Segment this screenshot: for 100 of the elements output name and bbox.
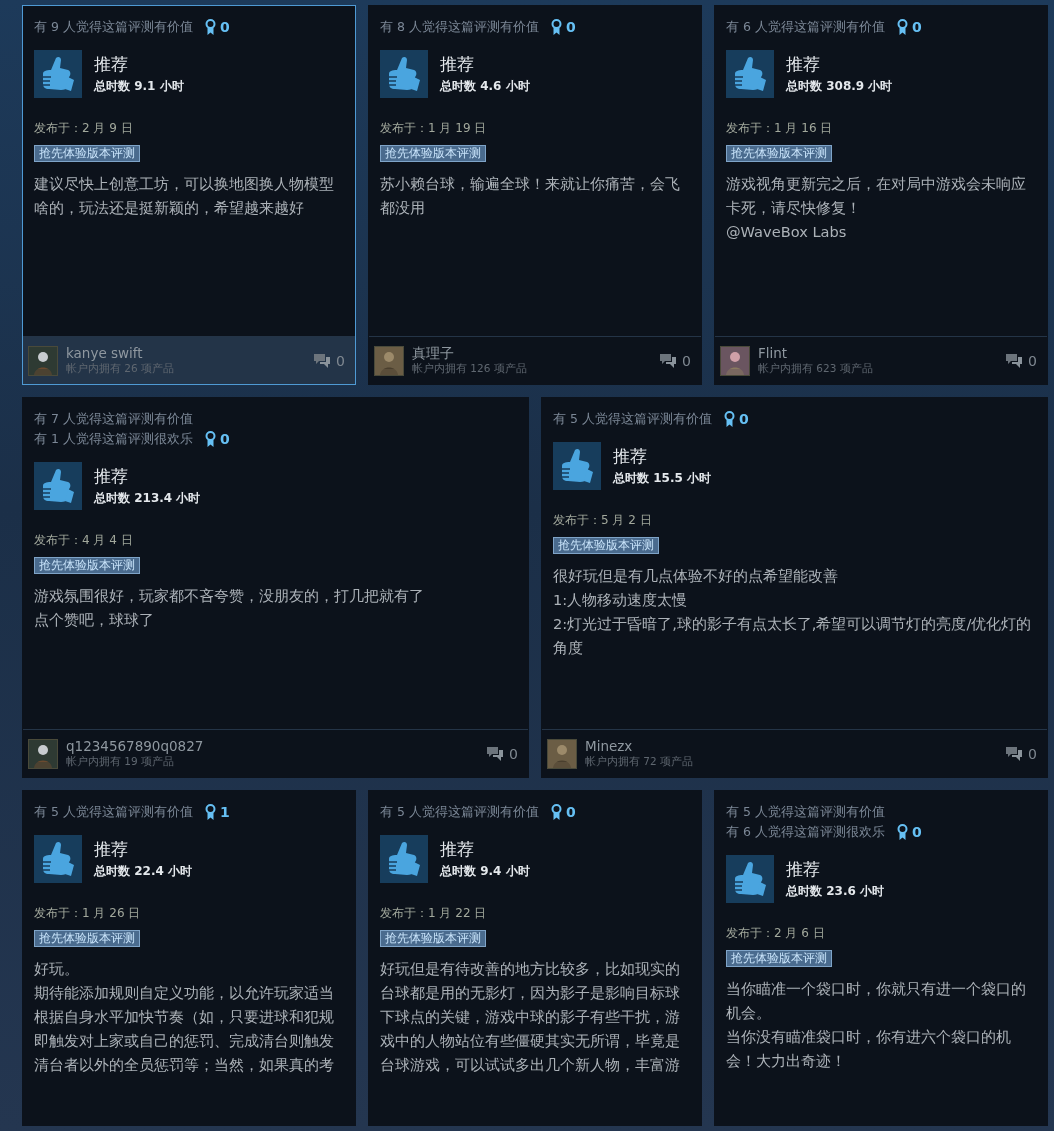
review-text: @WaveBox Labs [726,222,848,242]
thumbs-up-icon [34,462,82,510]
playtime: 总时数 4.6 小时 [440,78,530,95]
verdict: 推荐 [94,465,129,487]
review-card[interactable]: 有 5 人觉得这篇评测有价值 0 推荐 总时数 15.5 小时 发布于：5 月 2 日 抢先体验版本评测 很好玩但是有几点体验不好的点希望能改善 1:人物移动速度太慢 2:灯光过于昏暗了,球的影子有点太长了,希望可以调节灯的亮度/优化灯的角度 Minezx 帐户内拥有 72 项产品 0 [541,397,1048,778]
helpful-count: 有 5 人觉得这篇评测有价值 [34,803,193,821]
review-text: 很好玩但是有几点体验不好的点希望能改善 [553,566,839,586]
review-card[interactable]: 有 5 人觉得这篇评测有价值 有 6 人觉得这篇评测很欢乐 0 推荐 总时数 23.6 小时 发布于：2 月 6 日 抢先体验版本评测 当你瞄准一个袋口时，你就只有进一个袋口的机会。 当你没有瞄准袋口时，你有进六个袋口的机会！大力出奇迹！ [714,790,1048,1126]
thumbs-up-icon [380,835,428,883]
posted-date: 发布于：2 月 9 日 [34,120,134,137]
early-access-tag: 抢先体验版本评测 [726,145,832,162]
author-name[interactable]: Minezx [585,738,998,755]
author-name[interactable]: 真理子 [412,345,652,362]
review-text: 好玩。 [34,959,80,979]
verdict: 推荐 [440,53,475,75]
early-access-tag: 抢先体验版本评测 [380,145,486,162]
product-count: 帐户内拥有 72 项产品 [585,755,695,769]
review-text: 建议尽快上创意工坊，可以换地图换人物模型啥的，玩法还是挺新颖的，希望越来越好 [34,174,335,218]
comment-count: 0 [336,352,345,369]
review-text: 当你瞄准一个袋口时，你就只有进一个袋口的机会。 [726,979,1027,1023]
comment-count: 0 [682,352,691,369]
award-icon [723,410,735,428]
verdict: 推荐 [94,53,129,75]
verdict: 推荐 [786,858,821,880]
helpful-count: 有 9 人觉得这篇评测有价值 [34,18,193,36]
review-text: 游戏氛围很好，玩家都不吝夸赞，没朋友的，打几把就有了 [34,586,425,606]
verdict: 推荐 [786,53,821,75]
helpful-count: 有 6 人觉得这篇评测很欢乐 [726,823,885,841]
playtime: 总时数 9.1 小时 [94,78,184,95]
posted-date: 发布于：1 月 19 日 [380,120,488,137]
review-text: 期待能添加规则自定义功能，以允许玩家适当根据自身水平加快节奏（如，只要进球和犯规即触发对上家或自己的惩罚、完成清台则触发清台者以外的全员惩罚等；当然，如果真的考 [34,983,335,1075]
product-count: 帐户内拥有 19 项产品 [66,755,176,769]
posted-date: 发布于：5 月 2 日 [553,512,653,529]
helpful-count: 有 1 人觉得这篇评测很欢乐 [34,430,193,448]
award-icon [204,803,216,821]
playtime: 总时数 23.6 小时 [786,883,884,900]
early-access-tag: 抢先体验版本评测 [553,537,659,554]
author-name[interactable]: Flint [758,345,998,362]
comments-icon [313,352,332,369]
thumbs-up-icon [553,442,601,490]
comments-icon [1005,352,1024,369]
author-name[interactable]: q1234567890q0827 [66,738,479,755]
verdict: 推荐 [440,838,475,860]
comment-count: 0 [1028,352,1037,369]
posted-date: 发布于：4 月 4 日 [34,532,134,549]
thumbs-up-icon [380,50,428,98]
review-card[interactable]: 有 7 人觉得这篇评测有价值 有 1 人觉得这篇评测很欢乐 0 推荐 总时数 213.4 小时 发布于：4 月 4 日 抢先体验版本评测 游戏氛围很好，玩家都不吝夸赞，没朋友的，打几把就有了 点个赞吧，球球了 q1234567890q0827 帐户内拥有 19 项产品 0 [22,397,529,778]
thumbs-up-icon [34,50,82,98]
posted-date: 发布于：1 月 22 日 [380,905,488,922]
award-count: 0 [219,19,230,35]
verdict: 推荐 [94,838,129,860]
thumbs-up-icon [34,835,82,883]
review-text: 苏小赖台球，输遍全球！来就让你痛苦，会飞都没用 [380,174,681,218]
helpful-count: 有 5 人觉得这篇评测有价值 [726,803,885,821]
review-text: 1:人物移动速度太慢 [553,590,689,610]
award-icon [204,430,216,448]
author-name[interactable]: kanye swift [66,345,306,362]
review-text: 好玩但是有待改善的地方比较多，比如现实的台球都是用的无影灯，因为影子是影响目标球下球点的关键，游戏中球的影子有些干扰，游戏中的人物站位有些僵硬其实无所谓，毕竟是台球游戏，可以试试多出几个新人物，丰富游 [380,959,681,1075]
playtime: 总时数 22.4 小时 [94,863,192,880]
early-access-tag: 抢先体验版本评测 [34,557,140,574]
award-icon [550,803,562,821]
helpful-count: 有 5 人觉得这篇评测有价值 [380,803,539,821]
helpful-count: 有 7 人觉得这篇评测有价值 [34,410,193,428]
award-icon [896,18,908,36]
posted-date: 发布于：2 月 6 日 [726,925,826,942]
award-count: 0 [738,411,749,427]
review-text: 游戏视角更新完之后，在对局中游戏会未响应卡死，请尽快修复！ [726,174,1027,218]
award-count: 0 [911,19,922,35]
review-card[interactable]: 有 8 人觉得这篇评测有价值 0 推荐 总时数 4.6 小时 发布于：1 月 19 日 抢先体验版本评测 苏小赖台球，输遍全球！来就让你痛苦，会飞都没用 真理子 帐户内拥有 126 项产品 0 [368,5,702,385]
thumbs-up-icon [726,855,774,903]
product-count: 帐户内拥有 126 项产品 [412,362,528,376]
verdict: 推荐 [613,445,648,467]
playtime: 总时数 308.9 小时 [786,78,893,95]
review-text: 2:灯光过于昏暗了,球的影子有点太长了,希望可以调节灯的亮度/优化灯的角度 [553,614,1033,658]
award-count: 0 [911,824,922,840]
comments-icon [486,745,505,762]
posted-date: 发布于：1 月 26 日 [34,905,142,922]
thumbs-up-icon [726,50,774,98]
early-access-tag: 抢先体验版本评测 [34,145,140,162]
review-card[interactable]: 有 5 人觉得这篇评测有价值 0 推荐 总时数 9.4 小时 发布于：1 月 22 日 抢先体验版本评测 好玩但是有待改善的地方比较多，比如现实的台球都是用的无影灯，因为影子是影响目标球下球点的关键，游戏中球的影子有些干扰，游戏中的人物站位有些僵硬其实无所谓，毕竟是台球游戏，可以试试多出几个新人物，丰富游 [368,790,702,1126]
comment-count: 0 [509,745,518,762]
comment-count: 0 [1028,745,1037,762]
helpful-count: 有 6 人觉得这篇评测有价值 [726,18,885,36]
comments-icon [659,352,678,369]
comments-icon [1005,745,1024,762]
review-card[interactable]: 有 6 人觉得这篇评测有价值 0 推荐 总时数 308.9 小时 发布于：1 月 16 日 抢先体验版本评测 游戏视角更新完之后，在对局中游戏会未响应卡死，请尽快修复！ @WaveBox Labs Flint 帐户内拥有 623 项产品 0 [714,5,1048,385]
award-count: 1 [219,804,230,820]
award-count: 0 [565,19,576,35]
award-icon [204,18,216,36]
helpful-count: 有 8 人觉得这篇评测有价值 [380,18,539,36]
award-icon [550,18,562,36]
product-count: 帐户内拥有 623 项产品 [758,362,874,376]
playtime: 总时数 9.4 小时 [440,863,530,880]
posted-date: 发布于：1 月 16 日 [726,120,834,137]
award-count: 0 [565,804,576,820]
playtime: 总时数 15.5 小时 [613,470,711,487]
review-card[interactable]: 有 5 人觉得这篇评测有价值 1 推荐 总时数 22.4 小时 发布于：1 月 26 日 抢先体验版本评测 好玩。 期待能添加规则自定义功能，以允许玩家适当根据自身水平加快节奏（如，只要进球和犯规即触发对上家或自己的惩罚、完成清台则触发清台者以外的全员惩罚等；当然，如果真的考 [22,790,356,1126]
playtime: 总时数 213.4 小时 [94,490,201,507]
award-count: 0 [219,431,230,447]
award-icon [896,823,908,841]
